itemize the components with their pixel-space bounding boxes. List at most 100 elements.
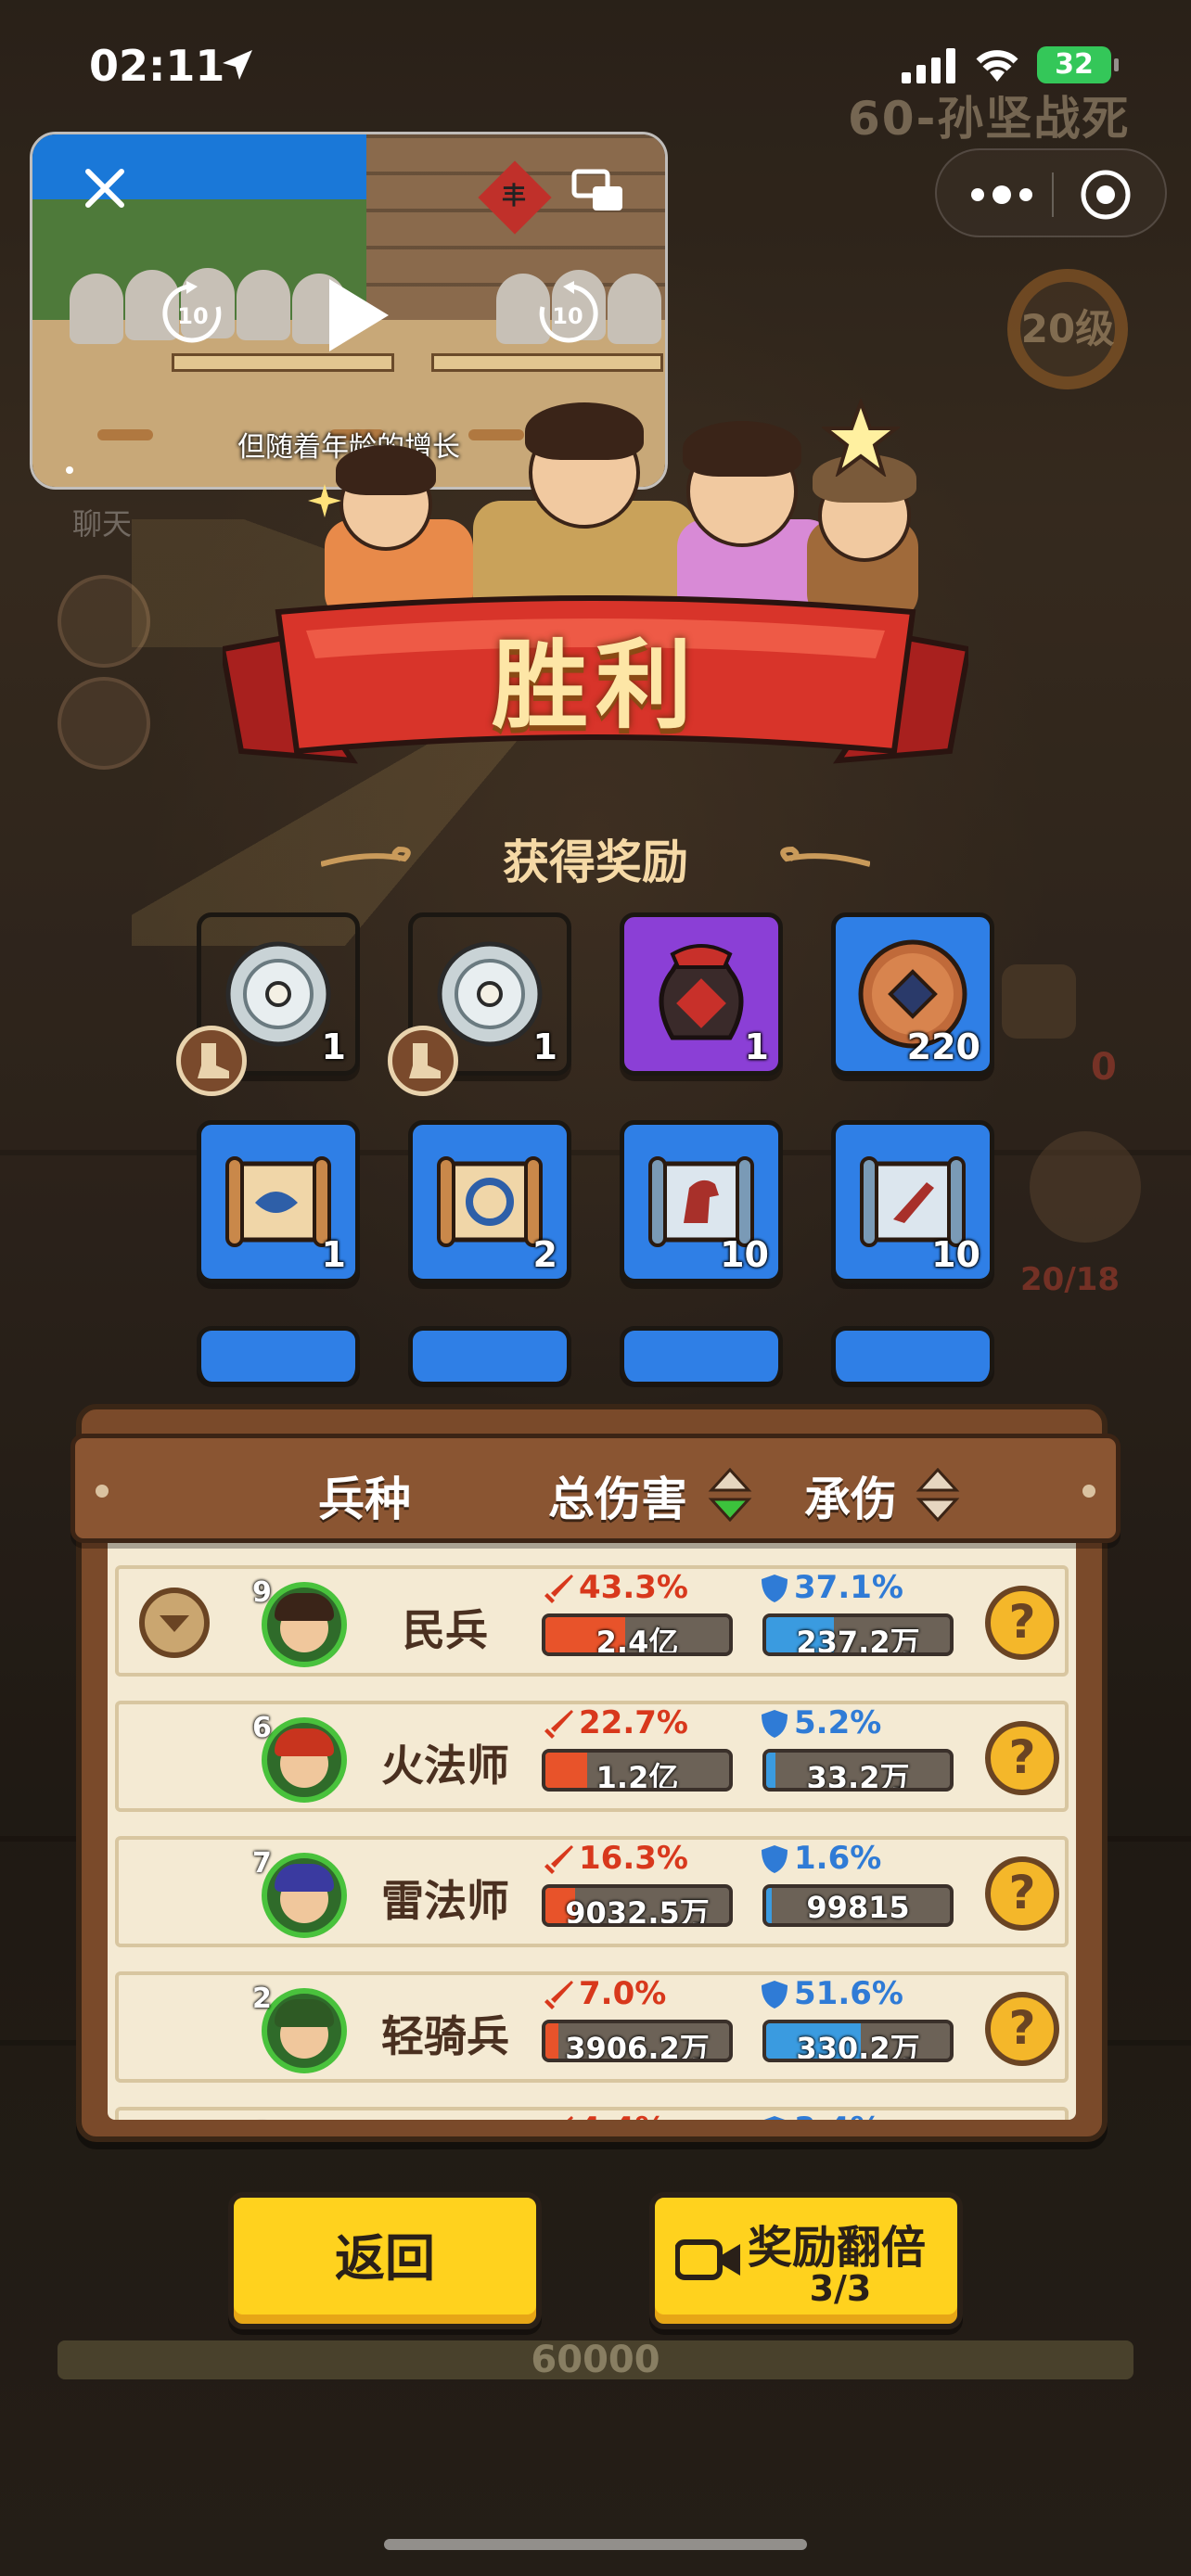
scroll-fish-icon [225,1156,331,1247]
reward-item[interactable]: 10 [620,1120,783,1283]
damage-column-header[interactable]: 总伤害 [548,1462,687,1529]
sort-damage-icon[interactable] [708,1468,752,1522]
sword-icon [544,1981,573,2009]
help-button[interactable]: ? [985,1856,1059,1931]
damage-bar: 3906.2万 [542,2020,733,2062]
unit-name: 民兵 [403,1605,488,1655]
damage-value: 3906.2万 [565,2031,710,2062]
tank-value: 237.2万 [796,1625,920,1656]
wifi-icon [976,50,1018,82]
shield-icon [762,1981,788,2009]
unit-column-header: 兵种 [318,1473,411,1526]
tank-bar: 237.2万 [762,1613,954,1656]
troop-capacity: 20/18 [1020,1261,1121,1298]
skip-back-icon: 10 [162,281,222,343]
stat-row: 2 轻骑兵 7.0% 51.6% 3906.2万 330.2万? [108,1966,1076,2088]
tank-percent: 5.2% [794,1704,882,1741]
unit-name: 雷法师 [381,1876,509,1926]
damage-bar: 2.4亿 [542,1613,733,1656]
damage-percent: 4.4% [579,2111,666,2120]
home-indicator [384,2539,807,2550]
chat-label: 聊天 [72,506,133,542]
skip-forward-button[interactable]: 10 [535,281,600,346]
star-icon [822,399,900,477]
help-button[interactable]: ? [985,1992,1059,2066]
sparkle-icon [308,484,341,517]
video-camera-icon [675,2239,740,2280]
reward-count: 10 [720,1234,769,1275]
reward-item[interactable]: 10 [831,1120,994,1283]
victory-title: 胜利 [491,629,699,742]
sort-tank-icon[interactable] [916,1468,960,1522]
skip-back-button[interactable]: 10 [160,281,225,346]
reward-item[interactable] [831,1326,994,1382]
unit-name: 火法师 [381,1741,509,1791]
help-icon: ? [1008,1595,1036,1649]
reward-count: 2 [532,1234,557,1275]
shield-icon [762,1845,788,1873]
help-icon: ? [1008,1866,1036,1919]
double-reward-remaining: 3/3 [809,2268,872,2309]
shield-icon [762,1575,788,1602]
rewards-header: 获得奖励 [315,825,876,890]
reward-count: 1 [744,1027,769,1067]
unit-level: 2 [252,1983,272,2015]
miniapp-capsule [935,148,1167,237]
help-button[interactable]: ? [985,1721,1059,1795]
help-icon: ? [1008,2001,1036,2055]
video-sign-text: 丰 [502,183,527,210]
damage-value: 2.4亿 [596,1625,679,1656]
collapse-button[interactable] [139,1588,210,1658]
unit-name: 轻骑兵 [381,2011,509,2061]
reward-count: 10 [931,1234,980,1275]
cloud-ornament-right-icon [780,846,870,867]
damage-percent: 7.0% [579,1975,667,2012]
tank-percent: 37.1% [794,1569,903,1606]
skip-forward-icon: 10 [539,281,598,343]
reward-item[interactable]: 1 [620,912,783,1076]
reward-item[interactable]: 1 [197,1120,360,1283]
sword-icon [544,1575,573,1603]
close-video-icon[interactable] [79,162,131,214]
stat-row: 14.4%3.4%? [108,2101,1076,2120]
clock: 02:11 [89,41,225,91]
reward-count: 1 [321,1234,346,1275]
side-chest-icon [1002,964,1076,1039]
signal-icon [902,48,957,83]
play-icon[interactable] [320,274,394,357]
stats-list[interactable]: 9 民兵 43.3% 37.1% 2.4亿 237.2万? 6 火法师 22.7% 5.2% 1.2… [108,1480,1076,2120]
unit-level: 9 [252,1576,272,1609]
wine-jar-icon [659,944,744,1040]
reward-item[interactable]: 2 [408,1120,571,1283]
scroll-circle-icon [437,1156,543,1247]
tank-value: 33.2万 [806,1760,910,1792]
reward-item[interactable]: 220 [831,912,994,1076]
reward-count: 1 [532,1027,557,1067]
double-reward-button[interactable]: 奖励翻倍 3/3 [649,2192,963,2329]
sword-icon [544,1845,573,1874]
help-icon: ? [1008,1730,1036,1784]
reward-item[interactable] [408,1326,571,1382]
boot-icon [388,1026,458,1096]
damage-percent: 43.3% [579,1569,688,1606]
stat-row: 6 火法师 22.7% 5.2% 1.2亿 33.2万? [108,1695,1076,1817]
damage-bar: 1.2亿 [542,1749,733,1792]
side-hero-icon [1030,1131,1141,1243]
reward-item[interactable] [197,1326,360,1382]
chevron-down-icon [160,1615,189,1632]
tank-column-header[interactable]: 承伤 [804,1462,897,1529]
back-button[interactable]: 返回 [228,2192,542,2329]
unit-level: 1 [252,2118,272,2120]
more-options-icon[interactable] [965,178,1039,211]
tank-percent: 51.6% [794,1975,903,2012]
help-button[interactable]: ? [985,1586,1059,1660]
video-progress-dot[interactable] [66,466,73,474]
unit-avatar [262,1717,347,1803]
close-miniapp-icon[interactable] [1078,167,1133,223]
tank-value: 99815 [806,1890,910,1925]
expand-video-icon[interactable] [570,168,626,214]
reward-item[interactable] [620,1326,783,1382]
damage-percent: 22.7% [579,1704,688,1741]
shield-icon [763,2116,786,2120]
location-arrow-icon [223,50,252,80]
